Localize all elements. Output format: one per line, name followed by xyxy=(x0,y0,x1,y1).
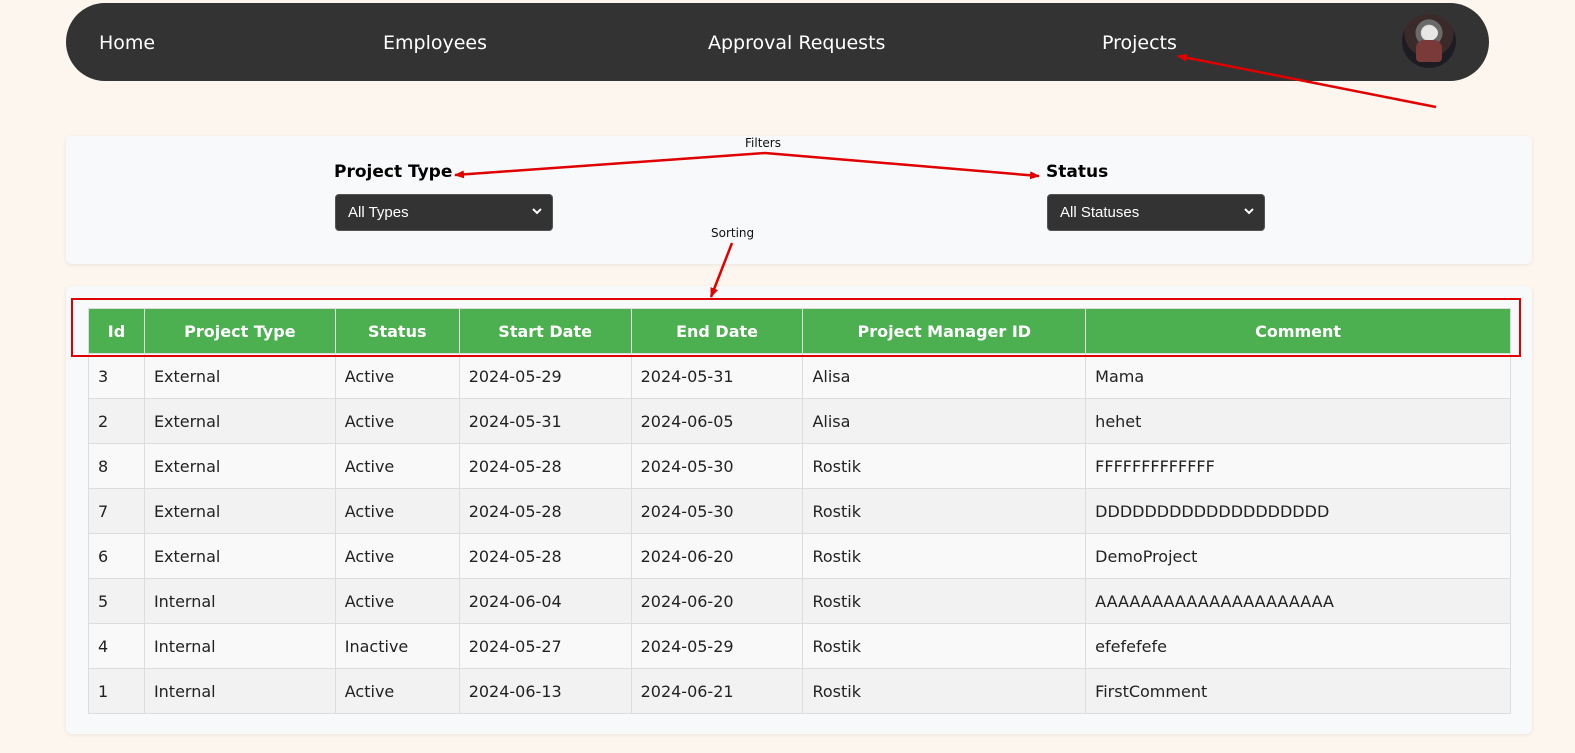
cell-id: 5 xyxy=(88,578,145,624)
cell-comment: DDDDDDDDDDDDDDDDDDD xyxy=(1085,488,1511,534)
cell-project-manager: Rostik xyxy=(802,533,1087,579)
table-row: 7 External Active 2024-05-28 2024-05-30 … xyxy=(88,488,1511,534)
cell-comment: AAAAAAAAAAAAAAAAAAAAA xyxy=(1085,578,1511,624)
cell-project-manager: Rostik xyxy=(802,623,1087,669)
cell-status: Active xyxy=(334,533,460,579)
column-header-end-date[interactable]: End Date xyxy=(630,308,804,354)
cell-project-type: Internal xyxy=(143,578,336,624)
cell-comment: FFFFFFFFFFFFF xyxy=(1085,443,1511,489)
table-row: 3 External Active 2024-05-29 2024-05-31 … xyxy=(88,353,1511,399)
cell-id: 2 xyxy=(88,398,145,444)
cell-project-manager: Alisa xyxy=(802,353,1087,399)
cell-project-manager: Rostik xyxy=(802,668,1087,714)
column-header-id[interactable]: Id xyxy=(88,308,145,354)
cell-project-type: External xyxy=(143,398,336,444)
cell-project-type: External xyxy=(143,353,336,399)
cell-comment: hehet xyxy=(1085,398,1511,444)
table-row: 2 External Active 2024-05-31 2024-06-05 … xyxy=(88,398,1511,444)
table-row: 8 External Active 2024-05-28 2024-05-30 … xyxy=(88,443,1511,489)
cell-start-date: 2024-05-29 xyxy=(458,353,632,399)
cell-status: Active xyxy=(334,578,460,624)
cell-start-date: 2024-05-31 xyxy=(458,398,632,444)
cell-project-manager: Alisa xyxy=(802,398,1087,444)
table-header-row: Id Project Type Status Start Date End Da… xyxy=(88,308,1511,354)
project-type-select-value: All Types xyxy=(348,204,409,221)
cell-project-manager: Rostik xyxy=(802,488,1087,534)
cell-status: Active xyxy=(334,353,460,399)
cell-id: 7 xyxy=(88,488,145,534)
cell-project-type: External xyxy=(143,443,336,489)
cell-start-date: 2024-05-27 xyxy=(458,623,632,669)
cell-id: 8 xyxy=(88,443,145,489)
cell-project-manager: Rostik xyxy=(802,443,1087,489)
cell-status: Active xyxy=(334,398,460,444)
cell-end-date: 2024-06-20 xyxy=(630,578,804,624)
cell-id: 3 xyxy=(88,353,145,399)
cell-project-type: External xyxy=(143,488,336,534)
cell-end-date: 2024-06-21 xyxy=(630,668,804,714)
nav-link-employees[interactable]: Employees xyxy=(383,32,487,54)
column-header-project-type[interactable]: Project Type xyxy=(143,308,336,354)
cell-project-type: Internal xyxy=(143,668,336,714)
cell-project-manager: Rostik xyxy=(802,578,1087,624)
nav-link-approval-requests[interactable]: Approval Requests xyxy=(708,32,885,54)
status-filter-label: Status xyxy=(1046,162,1109,182)
user-avatar-icon[interactable] xyxy=(1402,14,1456,68)
avatar-face xyxy=(1422,26,1438,40)
cell-end-date: 2024-05-30 xyxy=(630,443,804,489)
cell-end-date: 2024-06-20 xyxy=(630,533,804,579)
cell-end-date: 2024-05-29 xyxy=(630,623,804,669)
cell-comment: FirstComment xyxy=(1085,668,1511,714)
cell-id: 6 xyxy=(88,533,145,579)
chevron-down-icon xyxy=(532,208,542,215)
sorting-annotation-label: Sorting xyxy=(711,226,755,240)
status-select-value: All Statuses xyxy=(1060,204,1140,221)
cell-status: Active xyxy=(334,668,460,714)
status-select[interactable]: All Statuses xyxy=(1047,194,1265,231)
project-type-filter-label: Project Type xyxy=(334,162,453,182)
cell-project-type: External xyxy=(143,533,336,579)
nav-link-projects[interactable]: Projects xyxy=(1102,32,1177,54)
table-row: 1 Internal Active 2024-06-13 2024-06-21 … xyxy=(88,668,1511,714)
projects-table: Id Project Type Status Start Date End Da… xyxy=(88,308,1511,714)
cell-start-date: 2024-05-28 xyxy=(458,533,632,579)
cell-end-date: 2024-05-30 xyxy=(630,488,804,534)
cell-start-date: 2024-05-28 xyxy=(458,488,632,534)
avatar-body xyxy=(1416,40,1442,62)
cell-id: 1 xyxy=(88,668,145,714)
cell-comment: efefefefe xyxy=(1085,623,1511,669)
project-type-select[interactable]: All Types xyxy=(335,194,553,231)
filters-annotation-label: Filters xyxy=(745,136,781,150)
table-row: 6 External Active 2024-05-28 2024-06-20 … xyxy=(88,533,1511,579)
table-row: 4 Internal Inactive 2024-05-27 2024-05-2… xyxy=(88,623,1511,669)
column-header-start-date[interactable]: Start Date xyxy=(458,308,632,354)
table-row: 5 Internal Active 2024-06-04 2024-06-20 … xyxy=(88,578,1511,624)
cell-start-date: 2024-06-13 xyxy=(458,668,632,714)
nav-link-home[interactable]: Home xyxy=(99,32,155,54)
column-header-project-manager-id[interactable]: Project Manager ID xyxy=(802,308,1087,354)
cell-end-date: 2024-06-05 xyxy=(630,398,804,444)
cell-id: 4 xyxy=(88,623,145,669)
cell-status: Active xyxy=(334,443,460,489)
cell-start-date: 2024-06-04 xyxy=(458,578,632,624)
column-header-status[interactable]: Status xyxy=(334,308,460,354)
filter-panel xyxy=(66,136,1532,264)
cell-end-date: 2024-05-31 xyxy=(630,353,804,399)
cell-project-type: Internal xyxy=(143,623,336,669)
column-header-comment[interactable]: Comment xyxy=(1085,308,1511,354)
cell-status: Inactive xyxy=(334,623,460,669)
chevron-down-icon xyxy=(1244,208,1254,215)
cell-start-date: 2024-05-28 xyxy=(458,443,632,489)
cell-status: Active xyxy=(334,488,460,534)
cell-comment: DemoProject xyxy=(1085,533,1511,579)
cell-comment: Mama xyxy=(1085,353,1511,399)
navbar: Home Employees Approval Requests Project… xyxy=(66,3,1489,81)
